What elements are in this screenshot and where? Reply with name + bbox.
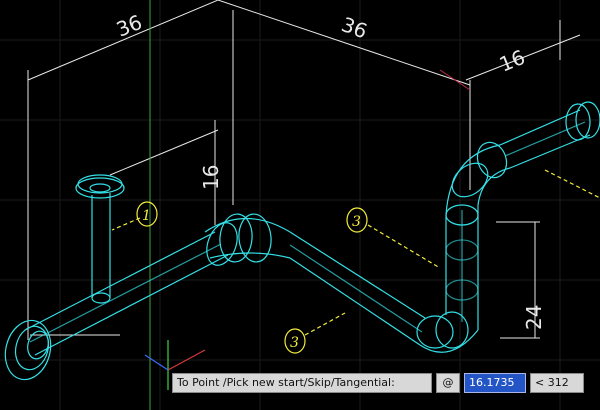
command-prompt: To Point /Pick new start/Skip/Tangential… bbox=[172, 373, 432, 393]
callout-3-upper-label: 3 bbox=[352, 214, 361, 230]
callout-3-lower: 3 bbox=[284, 312, 346, 354]
dimension-16-top: 16 bbox=[496, 45, 529, 77]
leader-right bbox=[544, 169, 600, 199]
dimension-36-left: 36 bbox=[113, 10, 146, 42]
dimension-36-right: 36 bbox=[338, 12, 370, 43]
callout-3-lower-label: 3 bbox=[290, 335, 299, 351]
dimension-24-vertical: 24 bbox=[522, 305, 546, 330]
pipe-drawing[interactable]: 36 36 16 16 24 1 3 3 bbox=[0, 0, 600, 410]
axis-marker bbox=[439, 69, 471, 91]
distance-input[interactable]: 16.1735 bbox=[464, 373, 526, 393]
relative-coordinate-symbol: @ bbox=[436, 373, 460, 393]
angle-input[interactable]: < 312 bbox=[530, 373, 584, 393]
callout-1-label: 1 bbox=[142, 208, 151, 224]
pipe-run[interactable] bbox=[0, 101, 600, 385]
callout-3-upper: 3 bbox=[346, 207, 441, 269]
cad-viewport[interactable]: 36 36 16 16 24 1 3 3 To Point /Pick new … bbox=[0, 0, 600, 410]
dynamic-input-bar: To Point /Pick new start/Skip/Tangential… bbox=[172, 372, 584, 394]
dimension-lines bbox=[27, 0, 581, 340]
dimension-16-vertical: 16 bbox=[199, 165, 223, 190]
